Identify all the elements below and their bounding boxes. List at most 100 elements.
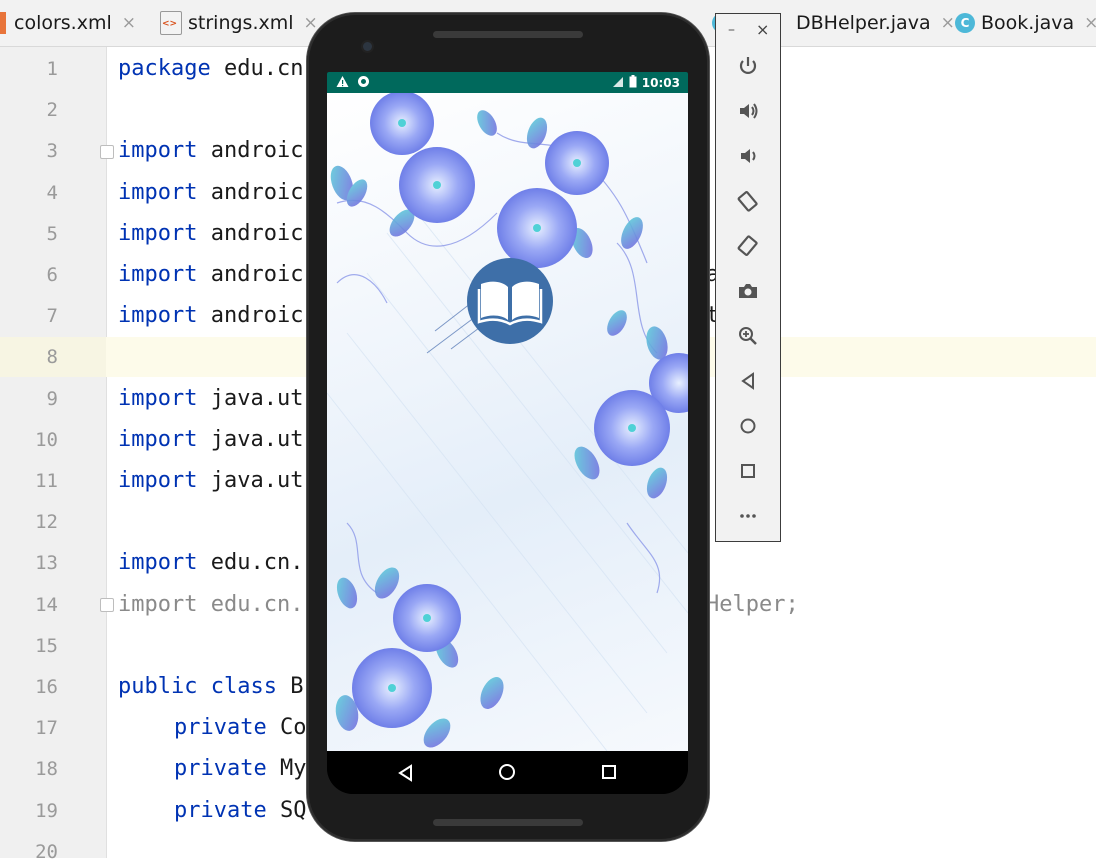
back-icon (741, 372, 754, 390)
overview-icon[interactable] (601, 764, 617, 784)
code-keyword: import (118, 550, 198, 575)
code-keyword: private (174, 756, 267, 781)
code-line: private My (174, 756, 306, 781)
code-text: java.ut (197, 386, 304, 411)
code-line: private SQ (174, 798, 306, 823)
volume-down-icon (741, 149, 756, 163)
back-button[interactable] (734, 367, 762, 395)
code-text: B (276, 674, 304, 699)
line-number: 5 (46, 223, 58, 245)
xml-file-icon (160, 11, 182, 35)
code-keyword: import (118, 138, 198, 163)
line-number: 14 (35, 594, 58, 616)
line-number: 18 (35, 758, 58, 780)
overview-button[interactable] (734, 457, 762, 485)
code-text: edu.cn. (197, 550, 304, 575)
close-icon[interactable]: × (304, 13, 318, 33)
tab-strings-xml[interactable]: strings.xml × (160, 0, 318, 46)
line-number: 1 (46, 58, 58, 80)
code-line: private Co (174, 715, 306, 740)
front-camera-icon (363, 42, 372, 51)
code-keyword: import (118, 303, 198, 328)
emulator-toolbar: – × (715, 13, 781, 542)
code-text: edu.cn (210, 56, 304, 81)
code-text: java.ut (197, 468, 304, 493)
code-keyword: import (118, 386, 198, 411)
code-line: import edu.cn. (118, 592, 303, 617)
navigation-bar (327, 751, 688, 794)
tab-label: colors.xml (14, 12, 112, 34)
line-number: 17 (35, 717, 58, 739)
back-icon[interactable] (397, 764, 415, 786)
battery-icon (629, 75, 637, 91)
rotate-right-button[interactable] (734, 232, 762, 260)
line-number: 16 (35, 676, 58, 698)
tab-dbhelper-java[interactable]: DBHelper.java × (796, 0, 955, 46)
power-icon (739, 57, 757, 74)
zoom-button[interactable] (734, 322, 762, 350)
close-button[interactable]: × (756, 20, 769, 39)
line-number: 4 (46, 182, 58, 204)
home-icon[interactable] (498, 763, 516, 785)
code-line: import java.ut (118, 468, 303, 493)
code-line: import androic (118, 180, 303, 205)
line-number: 13 (35, 552, 58, 574)
home-button[interactable] (734, 412, 762, 440)
line-number: 15 (35, 635, 58, 657)
emulator-device-frame: 10:03 (307, 13, 709, 841)
more-icon (740, 514, 756, 518)
power-button[interactable] (734, 52, 762, 80)
fold-marker-icon[interactable] (100, 145, 114, 159)
rotate-right-icon (737, 235, 758, 257)
code-keyword: package (118, 56, 211, 81)
code-text: edu.cn. (197, 592, 304, 617)
tab-colors-xml[interactable]: colors.xml × (0, 0, 136, 46)
code-keyword: private (174, 798, 267, 823)
code-line: import androic (118, 262, 303, 287)
line-number: 2 (46, 99, 58, 121)
fold-marker-icon[interactable] (100, 598, 114, 612)
code-keyword: import (118, 221, 198, 246)
overview-icon (741, 464, 755, 478)
camera-icon (739, 284, 757, 298)
tab-book-java[interactable]: C Book.java × (955, 0, 1096, 46)
rotate-left-button[interactable] (734, 187, 762, 215)
signal-icon (612, 76, 624, 91)
close-icon[interactable]: × (122, 13, 136, 33)
app-logo (467, 258, 553, 344)
tab-label: DBHelper.java (796, 12, 931, 34)
morning-glory-illustration (327, 93, 688, 751)
code-line: public class B (118, 674, 303, 699)
code-text: java.ut (197, 427, 304, 452)
more-button[interactable] (734, 502, 762, 530)
screenshot-button[interactable] (734, 277, 762, 305)
close-icon[interactable]: × (1084, 13, 1096, 33)
code-text: androic (197, 180, 304, 205)
device-screen[interactable]: 10:03 (327, 72, 688, 794)
code-text: androic (197, 262, 304, 287)
code-keyword: import (118, 592, 198, 617)
close-icon[interactable]: × (941, 13, 955, 33)
notification-icon (357, 75, 370, 91)
status-bar: 10:03 (327, 72, 688, 93)
minimize-button[interactable]: – (728, 22, 735, 38)
bottom-speaker (433, 819, 583, 826)
code-text: androic (197, 303, 304, 328)
line-number: 19 (35, 800, 58, 822)
code-text: Co (266, 715, 307, 740)
line-number: 9 (46, 388, 58, 410)
java-class-icon: C (955, 13, 975, 33)
home-icon (740, 418, 756, 434)
code-text: androic (197, 221, 304, 246)
code-text: SQ (266, 798, 307, 823)
line-number: 10 (35, 429, 58, 451)
volume-down-button[interactable] (734, 142, 762, 170)
volume-up-button[interactable] (734, 97, 762, 125)
line-number: 8 (46, 346, 58, 368)
line-number: 3 (46, 140, 58, 162)
code-text: My (266, 756, 307, 781)
code-keyword: import (118, 427, 198, 452)
volume-up-icon (740, 103, 758, 119)
code-line: import androic (118, 138, 303, 163)
rotate-left-icon (737, 190, 758, 212)
